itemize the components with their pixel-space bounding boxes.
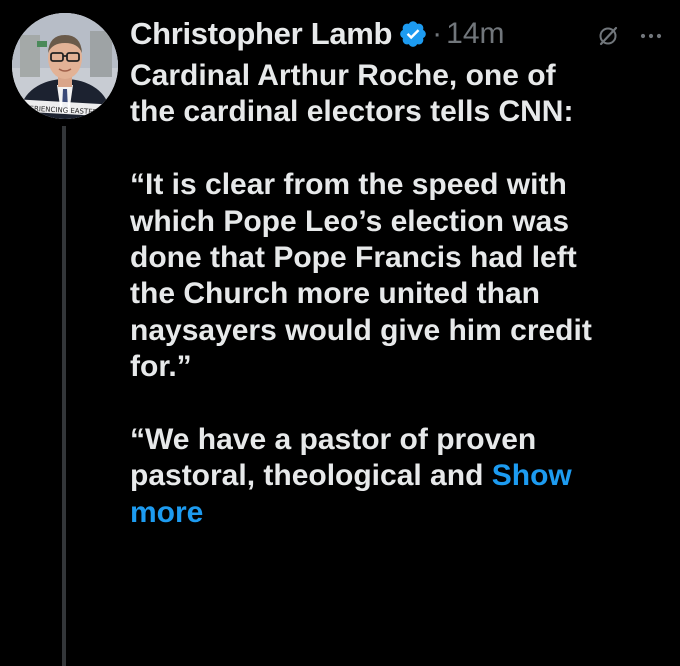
- thread-line: [62, 126, 66, 666]
- avatar[interactable]: EXPERIENCING EASTER WE: [12, 13, 118, 119]
- verified-badge-icon: [398, 19, 428, 49]
- avatar-image: EXPERIENCING EASTER WE: [12, 13, 118, 119]
- tweet-text-line: naysayers would give him credit: [130, 313, 592, 347]
- tweet-text-line: the Church more united than: [130, 277, 541, 311]
- tweet-text-line: “We have a pastor of proven: [130, 422, 537, 456]
- tweet-text-line: done that Pope Francis had left: [130, 240, 577, 274]
- tweet-text-line: which Pope Leo’s election was: [130, 204, 569, 238]
- tweet-text: Cardinal Arthur Roche, one of the cardin…: [130, 58, 670, 531]
- grok-icon[interactable]: [596, 24, 620, 48]
- show-more-link-continued[interactable]: more: [130, 495, 670, 531]
- tweet[interactable]: EXPERIENCING EASTER WE Christopher Lamb …: [0, 0, 680, 666]
- tweet-text-line: “It is clear from the speed with: [130, 168, 567, 202]
- separator-dot: ·: [432, 17, 443, 50]
- tweet-text-line: Cardinal Arthur Roche, one of: [130, 59, 556, 92]
- timestamp[interactable]: 14m: [446, 17, 504, 51]
- tweet-text-line: for.”: [130, 350, 192, 384]
- show-more-link[interactable]: Show: [492, 459, 572, 492]
- tweet-text-line: the cardinal electors tells CNN:: [130, 95, 574, 129]
- tweet-text-fragment: pastoral, theological and: [130, 459, 492, 493]
- more-options-icon[interactable]: [638, 26, 666, 46]
- author-name[interactable]: Christopher Lamb: [130, 16, 392, 52]
- tweet-text-line-with-show-more: pastoral, theological and Show: [130, 458, 670, 494]
- tweet-header: Christopher Lamb · 14m: [130, 10, 670, 58]
